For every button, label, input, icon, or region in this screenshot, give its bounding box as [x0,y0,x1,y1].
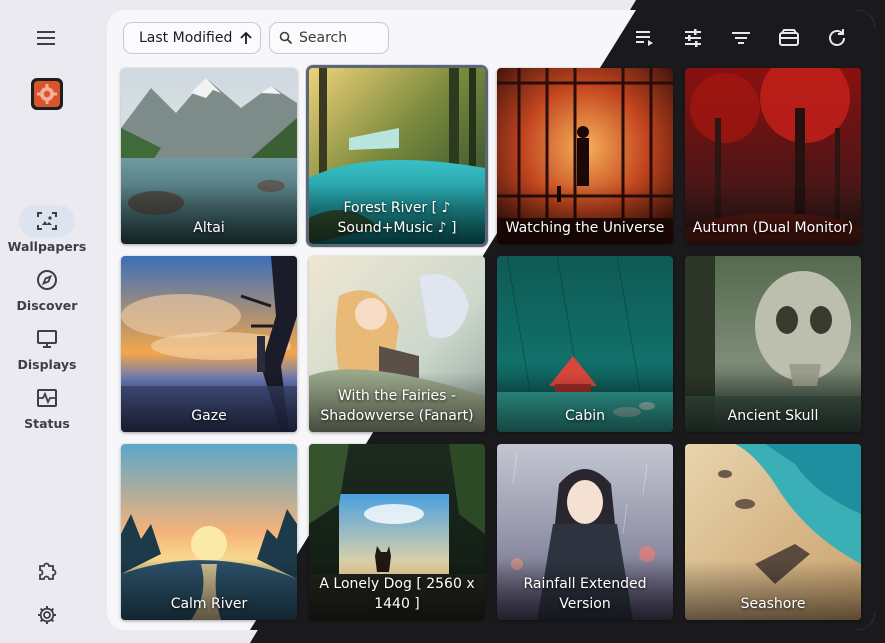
sidebar-item-discover[interactable]: Discover [0,264,94,313]
wallpaper-title: Gaze [191,408,227,424]
sidebar-item-label: Wallpapers [7,239,87,254]
wallpapers-icon [19,205,75,237]
arrow-up-icon [240,31,252,44]
wallpaper-title: A Lonely Dog [ 2560 x 1440 ] [319,576,475,612]
gear-icon[interactable] [36,604,58,626]
compass-icon [19,264,75,296]
wallpaper-card[interactable]: Forest River [ ♪ Sound+Music ♪ ] [306,65,488,247]
sidebar-item-wallpapers[interactable]: Wallpapers [0,205,94,254]
app-logo-icon[interactable] [30,77,64,111]
toolbar-actions [631,24,851,52]
wallpaper-card[interactable]: Ancient Skull [685,256,861,432]
sidebar-item-displays[interactable]: Displays [0,323,94,372]
refresh-icon[interactable] [823,24,851,52]
wallpaper-title: Ancient Skull [727,408,819,424]
playlist-icon[interactable] [631,24,659,52]
wallpaper-title: Seashore [740,596,806,612]
monitor-icon [19,323,75,355]
wallpaper-card[interactable]: Altai [121,68,297,244]
hamburger-menu-icon[interactable] [36,28,58,48]
wallpaper-browser: Last Modified Search Altai Forest River … [107,10,875,630]
wallpaper-title: Rainfall Extended Version [523,576,647,612]
sidebar-item-status[interactable]: Status [0,382,94,431]
wallpaper-title: Calm River [170,596,248,612]
wallpaper-card[interactable]: Rainfall Extended Version [497,444,673,620]
wallpaper-title: Forest River [ ♪ Sound+Music ♪ ] [337,200,457,236]
wallpaper-card[interactable]: Autumn (Dual Monitor) [685,68,861,244]
sidebar-item-label: Status [24,416,70,431]
puzzle-icon[interactable] [36,560,58,582]
sidebar-item-label: Displays [17,357,77,372]
wallpaper-card[interactable]: Calm River [121,444,297,620]
search-input[interactable] [299,30,379,46]
wallpaper-card[interactable]: Watching the Universe [497,68,673,244]
search-box[interactable] [269,22,389,54]
sliders-icon[interactable] [679,24,707,52]
wallpaper-title: With the Fairies - Shadowverse (Fanart) [320,388,474,424]
wallpaper-card[interactable]: A Lonely Dog [ 2560 x 1440 ] [309,444,485,620]
filter-icon[interactable] [727,24,755,52]
wallpaper-card[interactable]: With the Fairies - Shadowverse (Fanart) [309,256,485,432]
wallpaper-title: Watching the Universe [505,220,665,236]
search-icon [279,31,293,45]
wallpaper-grid: Altai Forest River [ ♪ Sound+Music ♪ ] W… [121,65,861,620]
sidebar-item-label: Discover [16,298,78,313]
wallpaper-title: Altai [193,220,225,236]
sort-label: Last Modified [139,30,233,46]
toolbar: Last Modified [107,10,875,66]
wallpaper-card[interactable]: Gaze [121,256,297,432]
wallpaper-title: Cabin [564,408,605,424]
sidebar: Wallpapers Discover Displays Status [0,0,94,643]
status-pulse-icon [19,382,75,414]
wallet-icon[interactable] [775,24,803,52]
wallpaper-card[interactable]: Cabin [497,256,673,432]
sort-button[interactable]: Last Modified [123,22,261,54]
wallpaper-title: Autumn (Dual Monitor) [692,220,854,236]
wallpaper-card[interactable]: Seashore [685,444,861,620]
